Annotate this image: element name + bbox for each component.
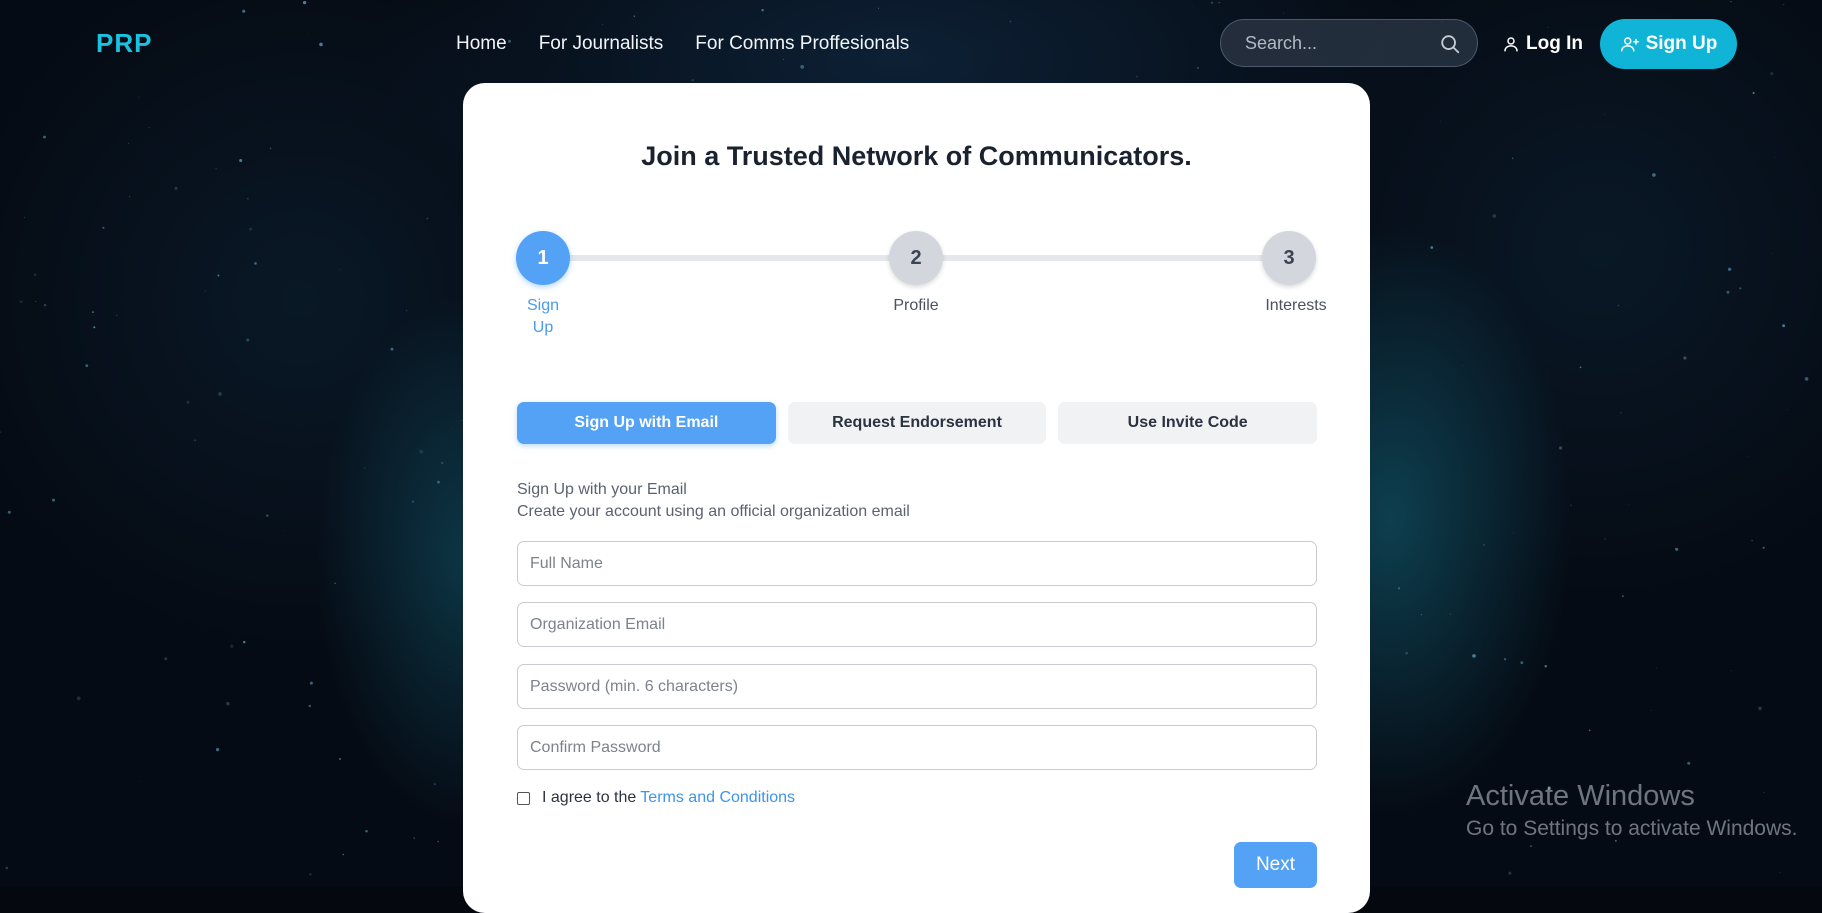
next-button[interactable]: Next (1234, 842, 1317, 888)
step-3-label: Interests (1265, 297, 1327, 314)
terms-link[interactable]: Terms and Conditions (640, 789, 795, 807)
signup-card: Join a Trusted Network of Communicators.… (463, 83, 1370, 913)
nav-for-comms-professionals[interactable]: For Comms Proffesionals (695, 33, 909, 55)
top-navbar: PRP Home For Journalists For Comms Proff… (0, 0, 1822, 88)
password-field (517, 664, 1317, 709)
main-nav: Home For Journalists For Comms Proffesio… (456, 33, 909, 55)
password-input[interactable] (518, 665, 1316, 708)
step-3-circle: 3 (1262, 231, 1316, 285)
login-label: Log In (1526, 33, 1583, 54)
full-name-input[interactable] (518, 542, 1316, 585)
step-2-label: Profile (893, 297, 939, 314)
watermark-line-2: Go to Settings to activate Windows. (1466, 817, 1798, 840)
full-name-field (517, 541, 1317, 586)
search-icon[interactable] (1439, 33, 1461, 55)
confirm-password-field (517, 725, 1317, 770)
step-1-label: Sign Up (526, 297, 560, 336)
intro-title: Sign Up with your Email (517, 481, 687, 498)
signup-label: Sign Up (1645, 33, 1718, 54)
tab-use-invite-code[interactable]: Use Invite Code (1058, 402, 1318, 444)
tab-request-endorsement[interactable]: Request Endorsement (787, 402, 1047, 444)
terms-prefix: I agree to the (542, 789, 637, 806)
page-title: Join a Trusted Network of Communicators. (641, 141, 1192, 171)
nav-home[interactable]: Home (456, 33, 507, 55)
intro-text: Sign Up with your Email Create your acco… (517, 479, 910, 523)
signup-button[interactable]: Sign Up (1600, 19, 1737, 69)
tab-sign-up-with-email[interactable]: Sign Up with Email (517, 402, 776, 444)
signup-method-tabs: Sign Up with Email Request Endorsement U… (517, 402, 1318, 444)
nav-for-journalists[interactable]: For Journalists (539, 33, 664, 55)
step-1-circle: 1 (516, 231, 570, 285)
step-2-circle: 2 (889, 231, 943, 285)
terms-checkbox[interactable] (517, 791, 530, 805)
user-plus-icon (1620, 37, 1639, 52)
org-email-input[interactable] (518, 603, 1316, 646)
watermark-line-1: Activate Windows (1466, 780, 1695, 812)
login-link[interactable]: Log In (1502, 33, 1583, 55)
logo[interactable]: PRP (96, 28, 152, 59)
terms-agreement: I agree to the Terms and Conditions (517, 789, 795, 807)
org-email-field (517, 602, 1317, 647)
search-input[interactable] (1243, 31, 1427, 55)
windows-activation-watermark: Activate Windows Go to Settings to activ… (1466, 780, 1798, 841)
confirm-password-input[interactable] (518, 726, 1316, 769)
intro-subtitle: Create your account using an official or… (517, 503, 910, 520)
search-box (1220, 19, 1478, 67)
user-icon (1504, 37, 1518, 52)
